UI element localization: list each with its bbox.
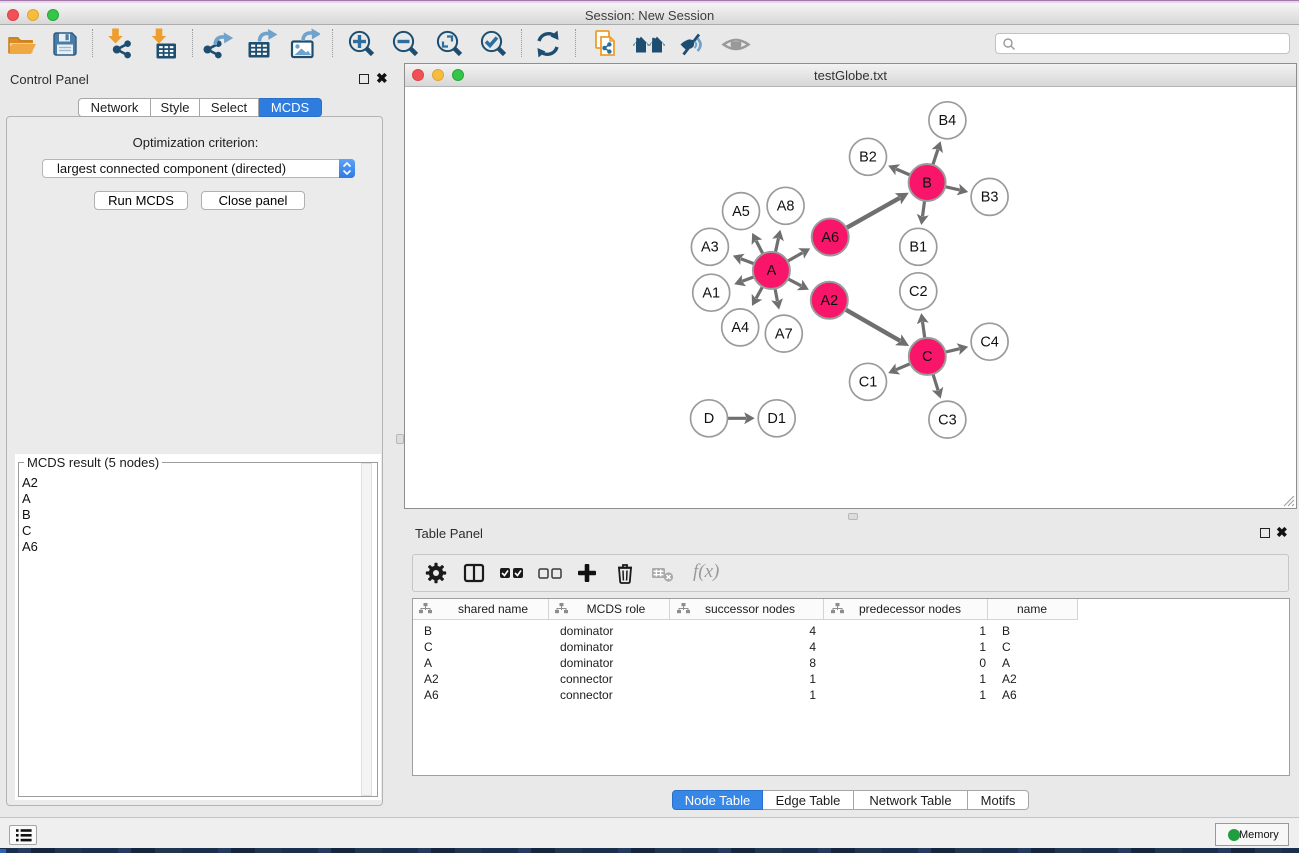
svg-text:A4: A4 (731, 320, 749, 336)
svg-text:A3: A3 (701, 240, 719, 256)
svg-text:C: C (922, 349, 932, 365)
svg-text:A7: A7 (775, 326, 793, 342)
svg-text:B2: B2 (859, 150, 877, 166)
svg-text:C1: C1 (859, 375, 878, 391)
svg-text:A8: A8 (777, 199, 795, 215)
svg-text:A: A (767, 263, 777, 279)
svg-text:A2: A2 (820, 293, 838, 309)
svg-text:B3: B3 (981, 190, 999, 206)
svg-text:B: B (922, 175, 932, 191)
svg-text:C3: C3 (938, 412, 957, 428)
svg-text:D1: D1 (767, 411, 786, 427)
svg-text:B4: B4 (939, 113, 957, 129)
svg-text:D: D (704, 411, 714, 427)
svg-text:A5: A5 (732, 204, 750, 220)
svg-text:A1: A1 (702, 286, 720, 302)
svg-text:B1: B1 (909, 240, 927, 256)
svg-text:C2: C2 (909, 284, 928, 300)
svg-text:A6: A6 (821, 230, 839, 246)
svg-text:C4: C4 (980, 335, 999, 351)
